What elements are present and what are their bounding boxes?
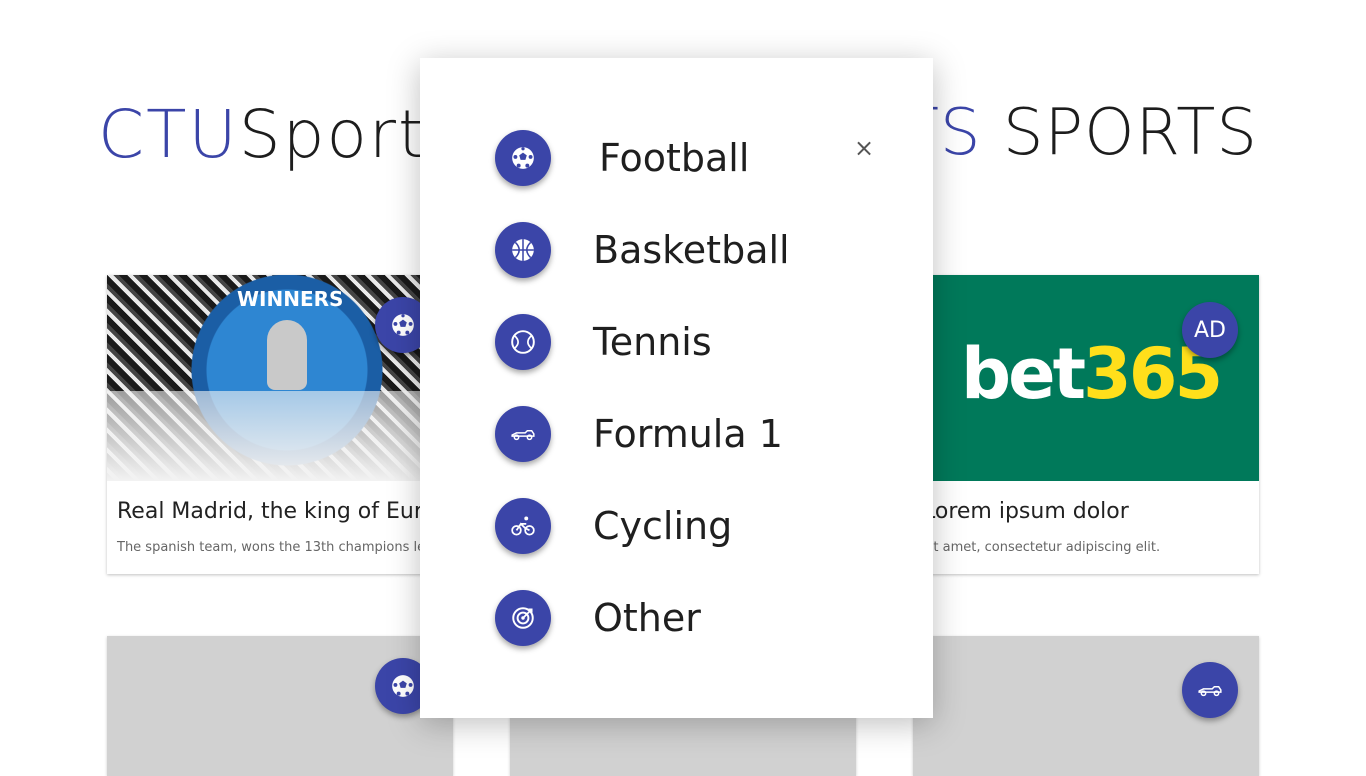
football-icon-button bbox=[495, 130, 551, 186]
menu-item-cycling[interactable]: Cycling bbox=[495, 498, 875, 554]
menu-item-basketball[interactable]: Basketball bbox=[495, 222, 875, 278]
players-shape bbox=[107, 391, 453, 481]
ad-badge[interactable]: AD bbox=[1182, 302, 1238, 358]
logo-rest-text: SPORTS bbox=[1002, 96, 1258, 170]
ad-brand-white: bet bbox=[961, 333, 1086, 415]
basketball-icon bbox=[512, 239, 534, 261]
menu-item-formula-1[interactable]: Formula 1 bbox=[495, 406, 875, 462]
ad-card-title: Lorem ipsum dolor bbox=[923, 499, 1129, 524]
football-icon bbox=[512, 147, 534, 169]
bicycle-icon-button bbox=[495, 498, 551, 554]
target-icon-button bbox=[495, 590, 551, 646]
logo-accent-text: CTU bbox=[98, 96, 239, 173]
formula1-car-icon bbox=[1198, 685, 1222, 697]
menu-item-label: Cycling bbox=[593, 504, 733, 548]
image-caption: WINNERS bbox=[237, 287, 344, 311]
menu-item-label: Other bbox=[593, 596, 701, 640]
menu-item-football[interactable]: Football bbox=[495, 130, 875, 186]
football-icon bbox=[392, 314, 414, 336]
formula1-icon-badge[interactable] bbox=[1182, 662, 1238, 718]
bicycle-icon bbox=[511, 516, 535, 536]
formula1-car-icon bbox=[511, 429, 535, 441]
tennis-ball-icon bbox=[511, 330, 535, 354]
ad-card-description: sit amet, consectetur adipiscing elit. bbox=[923, 540, 1161, 555]
menu-item-other[interactable]: Other bbox=[495, 590, 875, 646]
basketball-icon-button bbox=[495, 222, 551, 278]
formula1-icon-button bbox=[495, 406, 551, 462]
menu-item-label: Basketball bbox=[593, 228, 790, 272]
menu-item-label: Formula 1 bbox=[593, 412, 783, 456]
target-icon bbox=[512, 607, 534, 629]
news-card-title: Real Madrid, the king of Europe bbox=[117, 499, 464, 524]
news-card-description: The spanish team, wons the 13th champion… bbox=[117, 540, 458, 555]
menu-item-label: Football bbox=[599, 136, 750, 180]
menu-item-tennis[interactable]: Tennis bbox=[495, 314, 875, 370]
trophy-shape bbox=[267, 320, 307, 390]
category-menu-dialog: × Football Basketball Tennis Formula 1 C… bbox=[420, 58, 933, 718]
football-icon bbox=[392, 675, 414, 697]
site-logo-left[interactable]: CTUSports bbox=[98, 96, 462, 173]
tennis-ball-icon-button bbox=[495, 314, 551, 370]
menu-item-label: Tennis bbox=[593, 320, 712, 364]
